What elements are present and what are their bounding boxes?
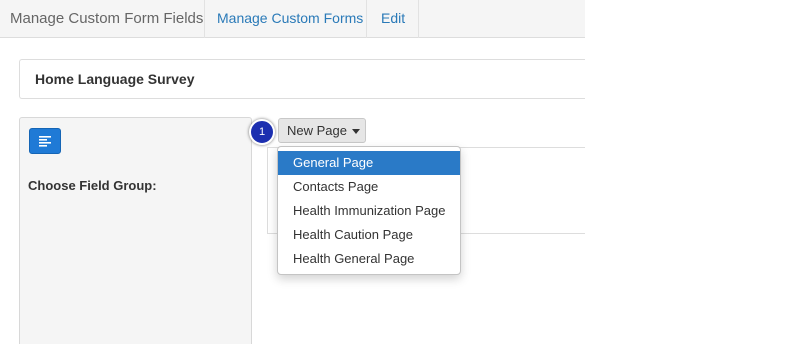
dropdown-item-contacts-page[interactable]: Contacts Page bbox=[278, 175, 460, 199]
field-group-menu-button[interactable] bbox=[29, 128, 61, 154]
new-page-label: New Page bbox=[287, 123, 347, 138]
dropdown-item-health-immunization-page[interactable]: Health Immunization Page bbox=[278, 199, 460, 223]
new-page-dropdown-button[interactable]: New Page bbox=[278, 118, 366, 143]
nav-link-manage-custom-forms[interactable]: Manage Custom Forms bbox=[217, 0, 363, 38]
form-title-panel: Home Language Survey bbox=[19, 59, 585, 99]
choose-field-group-label: Choose Field Group: bbox=[28, 178, 157, 193]
dropdown-item-health-general-page[interactable]: Health General Page bbox=[278, 247, 460, 271]
nav-link-edit[interactable]: Edit bbox=[381, 0, 405, 38]
nav-divider bbox=[418, 0, 419, 38]
new-page-dropdown-menu: General Page Contacts Page Health Immuni… bbox=[277, 146, 461, 275]
step-badge: 1 bbox=[249, 119, 275, 145]
dropdown-item-general-page[interactable]: General Page bbox=[278, 151, 460, 175]
form-title: Home Language Survey bbox=[35, 71, 195, 87]
caret-down-icon bbox=[351, 129, 360, 135]
top-nav: Manage Custom Form Fields Manage Custom … bbox=[0, 0, 585, 38]
screen: Manage Custom Form Fields Manage Custom … bbox=[0, 0, 585, 344]
align-left-icon bbox=[39, 136, 51, 147]
dropdown-item-health-caution-page[interactable]: Health Caution Page bbox=[278, 223, 460, 247]
nav-divider bbox=[366, 0, 367, 38]
field-group-sidebar: Choose Field Group: bbox=[19, 117, 252, 344]
nav-divider bbox=[204, 0, 205, 38]
nav-title: Manage Custom Form Fields bbox=[10, 10, 204, 27]
